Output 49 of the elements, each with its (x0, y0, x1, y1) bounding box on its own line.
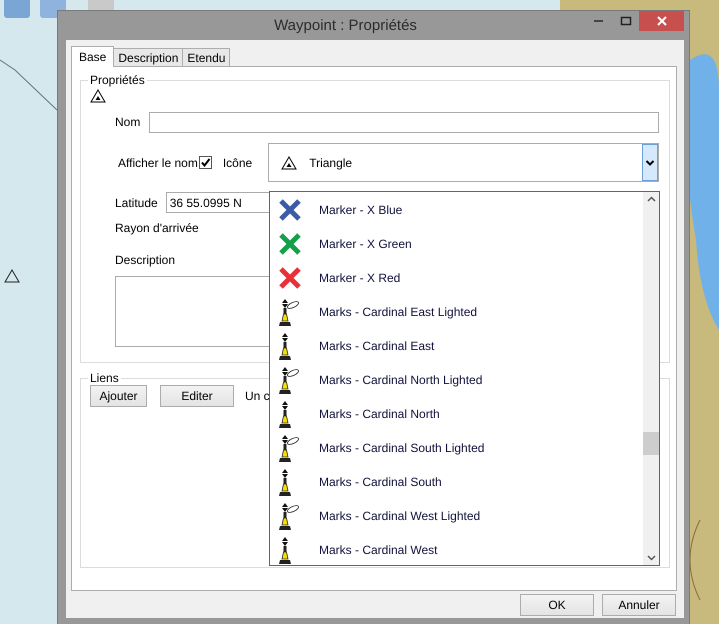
triangle-icon (90, 89, 106, 103)
field-label: Afficher le nom (118, 156, 198, 170)
buoy-icon (278, 502, 300, 530)
field-label: Rayon d'arrivée (115, 221, 199, 235)
dialog-button[interactable]: OK (520, 594, 594, 616)
links-note: Un c (245, 389, 270, 403)
buoy-icon (278, 434, 300, 462)
buoy-icon (278, 298, 300, 326)
field-label: Nom (115, 115, 140, 129)
buoy-icon (278, 332, 292, 360)
icon-option[interactable]: Marks - Cardinal South (270, 465, 643, 499)
tab[interactable]: Description (113, 48, 184, 66)
tab[interactable]: Etendu (182, 48, 230, 66)
field-label: Latitude (115, 196, 158, 210)
checkbox[interactable] (198, 156, 212, 169)
icon-option[interactable]: Marks - Cardinal East (270, 329, 643, 363)
field-label: Description (115, 253, 176, 267)
caret-icon (645, 158, 656, 166)
link-button[interactable]: Ajouter (90, 385, 147, 407)
link-button[interactable]: Editer (160, 385, 234, 407)
group-title: Liens (89, 371, 120, 385)
icon-option[interactable]: Marks - Cardinal North (270, 397, 643, 431)
close-button[interactable] (639, 11, 684, 31)
triangle-icon (281, 156, 298, 170)
icon-option[interactable]: Marks - Cardinal North Lighted (270, 363, 643, 397)
icon-option[interactable]: Marks - Cardinal West (270, 533, 643, 567)
buoy-icon (278, 536, 292, 564)
scroll-up-icon (646, 196, 656, 202)
group-title: Propriétés (89, 73, 146, 87)
icon-option[interactable]: Marks - Cardinal West Lighted (270, 499, 643, 533)
name-field[interactable] (149, 112, 660, 132)
icon-option[interactable]: Marks - Cardinal East Lighted (270, 295, 643, 329)
dialog-button[interactable]: Annuler (602, 594, 676, 616)
buoy-icon (278, 366, 300, 394)
icon-option[interactable]: Marks - Cardinal South Lighted (270, 431, 643, 465)
scrollbar[interactable] (643, 192, 659, 565)
tab[interactable]: Base (71, 46, 114, 67)
icon-dropdown[interactable]: Triangle (268, 143, 660, 182)
field-label: Icône (222, 156, 252, 170)
buoy-icon (278, 468, 292, 496)
buoy-icon (278, 400, 292, 428)
window-title: Waypoint : Propriétés (273, 17, 418, 34)
scroll-thumb[interactable] (643, 432, 659, 455)
minimize-icon (594, 20, 603, 22)
close-icon (656, 16, 668, 26)
scroll-down-icon (646, 555, 656, 561)
maximize-icon (620, 16, 632, 26)
icon-option[interactable]: Marker - X Red (270, 261, 643, 295)
icon-option[interactable]: Marker - X Green (270, 227, 643, 261)
